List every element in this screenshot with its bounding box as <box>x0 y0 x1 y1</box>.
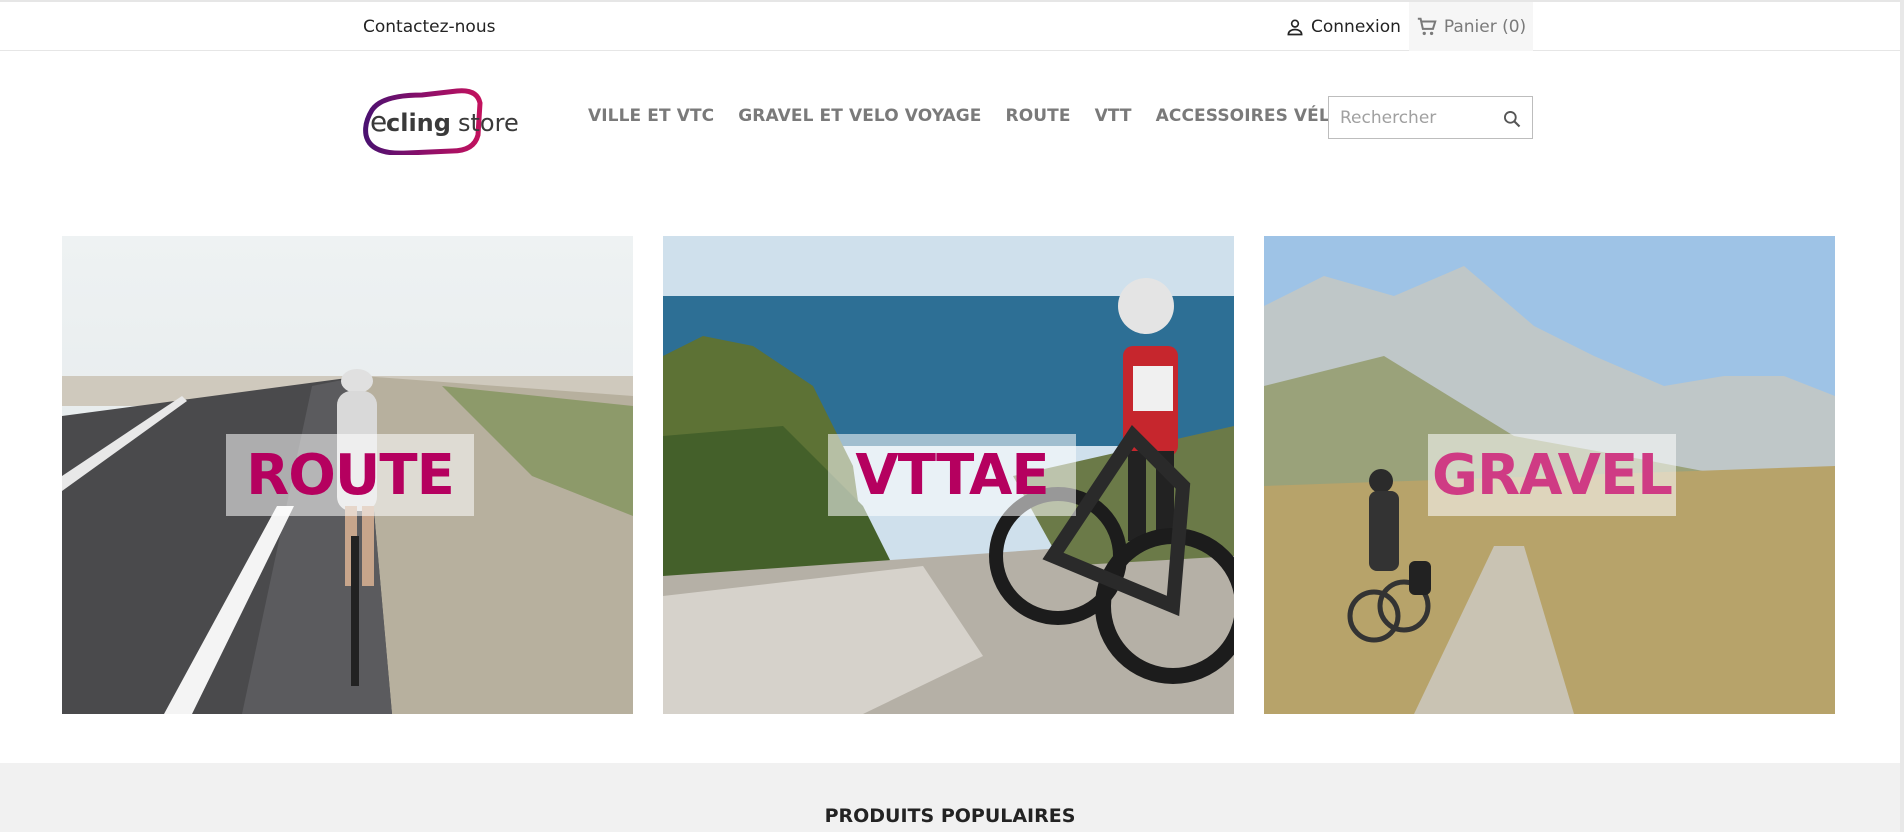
nav-item-gravel-velo-voyage[interactable]: GRAVEL ET VELO VOYAGE <box>738 106 981 126</box>
nav-item-accessoires[interactable]: ACCESSOIRES VÉLOS <box>1156 106 1356 126</box>
cart-button[interactable]: Panier (0) <box>1409 2 1533 51</box>
nav-item-vtt[interactable]: VTT <box>1095 106 1132 126</box>
popular-products-title: PRODUITS POPULAIRES <box>824 805 1076 827</box>
contact-link[interactable]: Contactez-nous <box>363 17 495 37</box>
search-box <box>1328 96 1533 139</box>
page-scrollbar[interactable] <box>1900 0 1904 832</box>
banner-gravel-label: GRAVEL <box>1428 434 1676 516</box>
cart-icon <box>1416 16 1438 38</box>
banner-vttae[interactable]: VTTAE <box>663 236 1234 714</box>
banner-vttae-label: VTTAE <box>828 434 1076 516</box>
cart-label: Panier (0) <box>1443 16 1527 37</box>
top-bar: Contactez-nous Connexion Panier (0) <box>0 0 1900 51</box>
svg-text:cling: cling <box>386 109 451 137</box>
nav-item-route[interactable]: ROUTE <box>1006 106 1071 126</box>
popular-products-section: PRODUITS POPULAIRES <box>0 763 1900 832</box>
banner-route-label: ROUTE <box>226 434 474 516</box>
banner-gravel[interactable]: GRAVEL <box>1264 236 1835 714</box>
user-icon <box>1285 17 1305 37</box>
login-link[interactable]: Connexion <box>1285 17 1401 37</box>
search-input[interactable] <box>1329 97 1499 138</box>
nav-item-ville-vtc[interactable]: VILLE ET VTC <box>588 106 714 126</box>
banner-route[interactable]: ROUTE <box>62 236 633 714</box>
search-icon[interactable] <box>1502 109 1522 133</box>
main-nav: VILLE ET VTC GRAVEL ET VELO VOYAGE ROUTE… <box>588 106 1356 126</box>
site-logo[interactable]: e cling store <box>362 85 537 156</box>
svg-text:e: e <box>370 105 387 138</box>
login-label: Connexion <box>1311 17 1401 37</box>
svg-text:store: store <box>458 109 519 137</box>
